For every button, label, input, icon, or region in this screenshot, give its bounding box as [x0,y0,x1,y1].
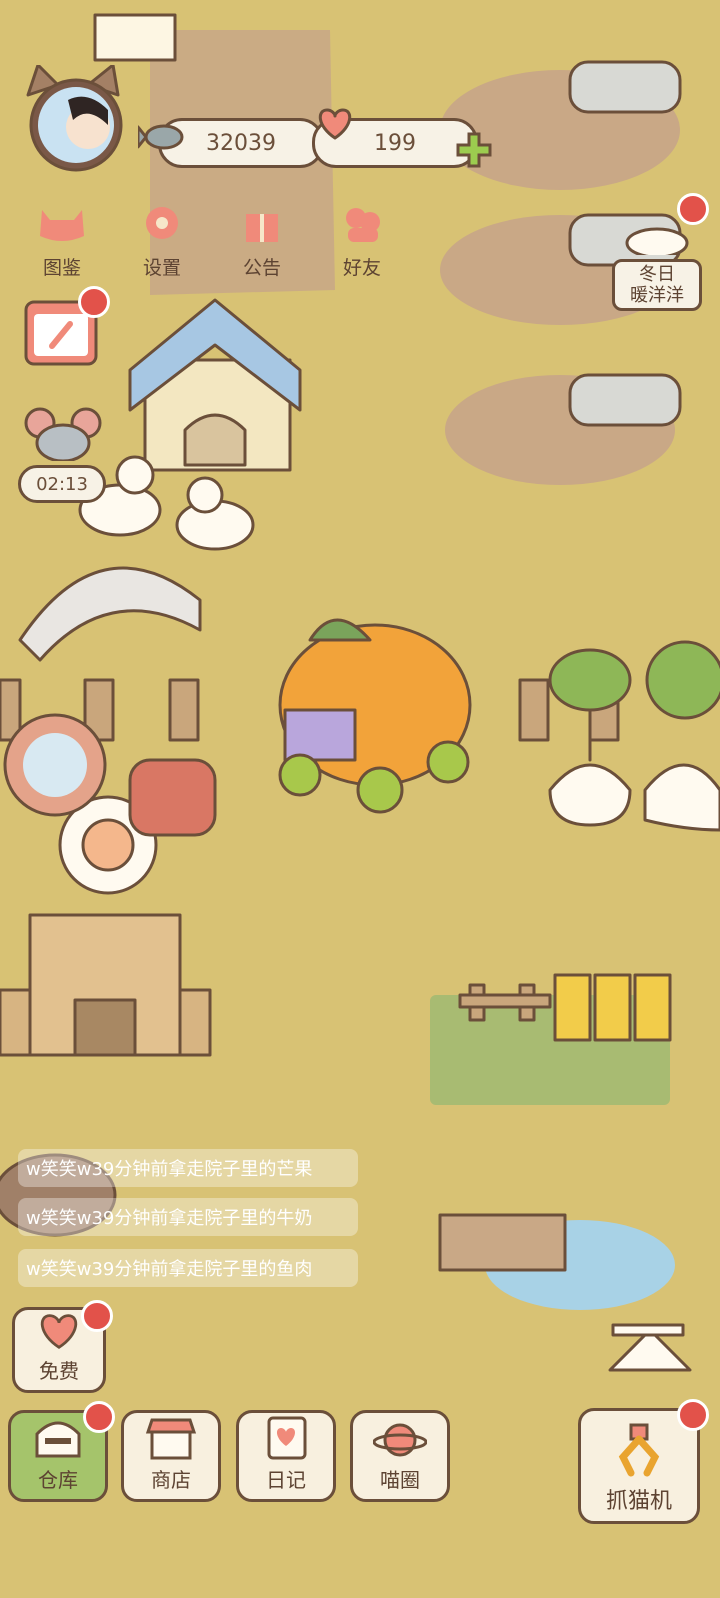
menu-announcement[interactable]: 公告 [222,200,302,280]
claw-machine-label: 抓猫机 [605,1489,672,1514]
gear-icon [146,207,178,239]
menu-settings-label: 设置 [142,257,181,279]
event-label-line1: 冬日 [639,264,675,285]
shop-icon [145,1418,197,1460]
free-notification-dot [81,1300,113,1332]
shop-button[interactable]: 商店 [121,1410,221,1502]
friends-icon [346,208,380,242]
diary-label: 日记 [266,1468,306,1492]
heart-icon [40,1314,78,1349]
gift-icon [246,214,278,242]
feed-item: w笑笑w39分钟前拿走院子里的芒果 [18,1149,358,1187]
heart-currency[interactable]: 199 [312,108,492,168]
diary-button[interactable]: 日记 [236,1410,336,1502]
warehouse-icon [35,1421,81,1458]
event-notification-dot [677,193,709,225]
feed-item: w笑笑w39分钟前拿走院子里的鱼肉 [18,1249,358,1287]
fish-currency[interactable]: 32039 [138,118,324,168]
heart-icon [318,108,352,140]
menu-friends[interactable]: 好友 [322,200,402,280]
fish-amount: 32039 [206,130,276,156]
cat-circle-label: 喵圈 [380,1468,420,1492]
add-heart-icon[interactable] [454,130,494,170]
menu-catalog[interactable]: 图鉴 [22,200,102,280]
free-button[interactable]: 免费 [12,1300,113,1393]
menu-friends-label: 好友 [342,257,381,279]
player-avatar[interactable] [18,63,128,175]
daily-note-button[interactable] [22,286,110,368]
fish-icon [138,124,184,150]
timer-value: 02:13 [36,473,88,495]
diary-icon [267,1416,307,1460]
menu-announcement-label: 公告 [242,257,281,279]
warehouse-notification-dot [83,1401,115,1433]
feed-item: w笑笑w39分钟前拿走院子里的牛奶 [18,1198,358,1236]
warehouse-button[interactable]: 仓库 [8,1401,115,1502]
top-menu: 图鉴 设置 公告 好友 [22,200,402,280]
menu-catalog-label: 图鉴 [42,257,81,279]
claw-machine-button[interactable]: 抓猫机 [578,1399,709,1524]
menu-settings[interactable]: 设置 [122,200,202,280]
free-label: 免费 [39,1359,79,1383]
event-label-line2: 暖洋洋 [630,285,684,306]
heart-amount: 199 [374,130,416,156]
claw-icon [618,1423,660,1477]
note-notification-dot [78,286,110,318]
planet-cat-icon [373,1423,427,1457]
cat-face-icon [40,210,84,241]
warehouse-label: 仓库 [38,1468,78,1492]
winter-event-button[interactable]: 冬日 暖洋洋 [612,193,709,311]
claw-notification-dot [677,1399,709,1431]
cat-circle-button[interactable]: 喵圈 [350,1410,450,1502]
shop-label: 商店 [151,1468,191,1492]
mouse-timer[interactable]: 02:13 [18,405,108,503]
mouse-icon [24,407,102,463]
